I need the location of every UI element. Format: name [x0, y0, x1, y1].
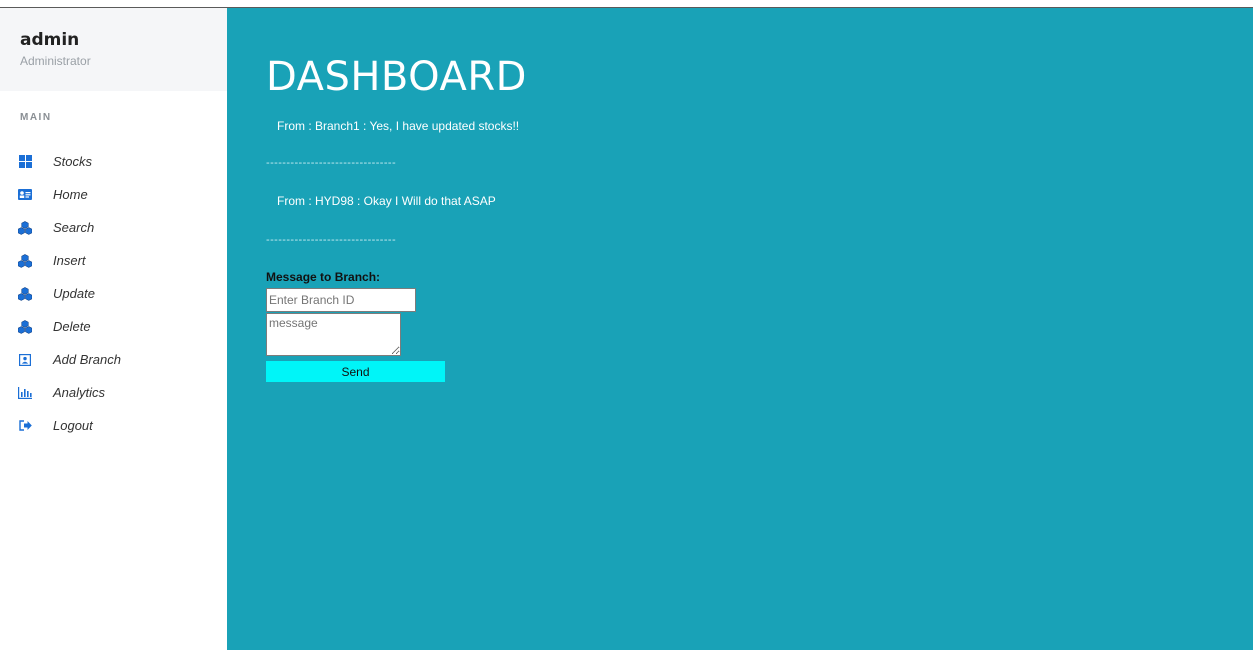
user-role: Administrator [20, 54, 91, 68]
sidebar: admin Administrator MAIN Stocks Home Sea… [0, 8, 227, 650]
sidebar-item-label: Logout [53, 418, 93, 433]
sidebar-item-logout[interactable]: Logout [0, 409, 227, 442]
sidebar-item-home[interactable]: Home [0, 178, 227, 211]
message-separator: -------------------------------- [266, 157, 397, 169]
sidebar-item-add-branch[interactable]: Add Branch [0, 343, 227, 376]
sidebar-item-label: Stocks [53, 154, 93, 169]
cubes-icon [18, 286, 32, 301]
send-button[interactable]: Send [266, 361, 445, 382]
sidebar-item-label: Add Branch [53, 352, 121, 367]
sidebar-nav: Stocks Home Search Insert Update Delete … [0, 145, 227, 442]
sidebar-item-update[interactable]: Update [0, 277, 227, 310]
user-name: admin [20, 30, 80, 50]
sidebar-item-label: Home [53, 187, 88, 202]
sidebar-item-delete[interactable]: Delete [0, 310, 227, 343]
message-textarea[interactable] [266, 313, 401, 356]
cubes-icon [18, 253, 32, 268]
user-profile: admin Administrator [0, 8, 227, 91]
sidebar-item-label: Update [53, 286, 95, 301]
sidebar-item-search[interactable]: Search [0, 211, 227, 244]
sidebar-item-label: Search [53, 220, 95, 235]
cubes-icon [18, 220, 32, 235]
message-form-label: Message to Branch: [266, 270, 381, 284]
sidebar-item-label: Insert [53, 253, 86, 268]
grid-icon [18, 155, 32, 169]
sidebar-item-insert[interactable]: Insert [0, 244, 227, 277]
nav-section-label: MAIN [20, 112, 52, 123]
message-item: From : Branch1 : Yes, I have updated sto… [277, 119, 520, 133]
sidebar-item-label: Delete [53, 319, 91, 334]
branch-id-input[interactable] [266, 288, 416, 312]
sign-out-icon [18, 419, 32, 433]
id-card-icon [18, 188, 32, 202]
cubes-icon [18, 319, 32, 334]
bar-chart-icon [18, 386, 32, 400]
sidebar-item-analytics[interactable]: Analytics [0, 376, 227, 409]
sidebar-item-label: Analytics [53, 385, 106, 400]
page-title: DASHBOARD [266, 54, 527, 100]
message-separator: -------------------------------- [266, 234, 397, 246]
message-item: From : HYD98 : Okay I Will do that ASAP [277, 194, 496, 208]
user-square-icon [18, 353, 32, 367]
browser-top-edge [0, 0, 1253, 8]
sidebar-item-stocks[interactable]: Stocks [0, 145, 227, 178]
main-content: DASHBOARD From : Branch1 : Yes, I have u… [227, 8, 1253, 650]
